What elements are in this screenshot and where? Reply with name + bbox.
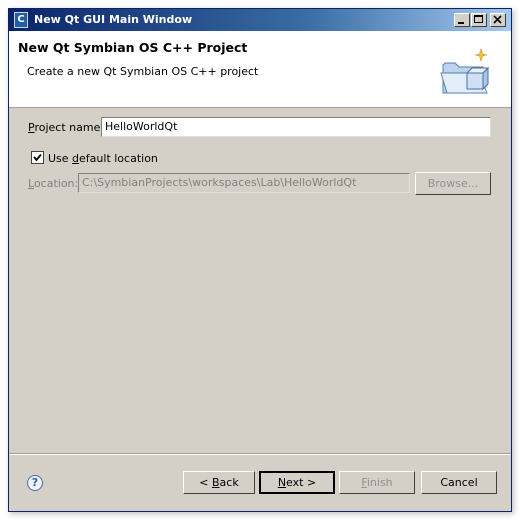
app-icon: C xyxy=(14,12,28,28)
minimize-icon xyxy=(458,22,464,24)
wizard-header: New Qt Symbian OS C++ Project Create a n… xyxy=(9,31,511,108)
window-title: New Qt GUI Main Window xyxy=(34,13,193,26)
help-button[interactable]: ? xyxy=(27,475,43,491)
next-button[interactable]: Next > xyxy=(259,471,335,494)
page-title: New Qt Symbian OS C++ Project xyxy=(18,40,248,55)
close-button[interactable] xyxy=(490,13,506,27)
title-bar[interactable]: C New Qt GUI Main Window xyxy=(9,9,511,31)
location-label: Location: xyxy=(28,177,79,190)
wizard-window: C New Qt GUI Main Window New Qt Symbian … xyxy=(8,8,512,512)
help-icon: ? xyxy=(31,476,39,489)
folder-wizard-icon xyxy=(440,47,490,94)
project-name-label: Project name: xyxy=(28,121,105,134)
default-location-label[interactable]: Use default location xyxy=(48,152,158,165)
maximize-button[interactable] xyxy=(471,13,487,27)
browse-button[interactable]: Browse... xyxy=(415,172,491,195)
back-button[interactable]: < Back xyxy=(183,471,255,494)
finish-button[interactable]: Finish xyxy=(339,471,415,494)
minimize-button[interactable] xyxy=(454,13,470,27)
cancel-button[interactable]: Cancel xyxy=(421,471,497,494)
checkmark-icon xyxy=(33,153,42,162)
location-input[interactable]: C:\SymbianProjects\workspaces\Lab\HelloW… xyxy=(78,173,410,193)
close-icon xyxy=(493,15,502,24)
default-location-checkbox[interactable] xyxy=(31,151,44,164)
footer-separator xyxy=(9,453,511,455)
project-name-input[interactable]: HelloWorldQt xyxy=(101,117,491,137)
maximize-icon xyxy=(474,15,483,23)
page-description: Create a new Qt Symbian OS C++ project xyxy=(27,65,259,78)
